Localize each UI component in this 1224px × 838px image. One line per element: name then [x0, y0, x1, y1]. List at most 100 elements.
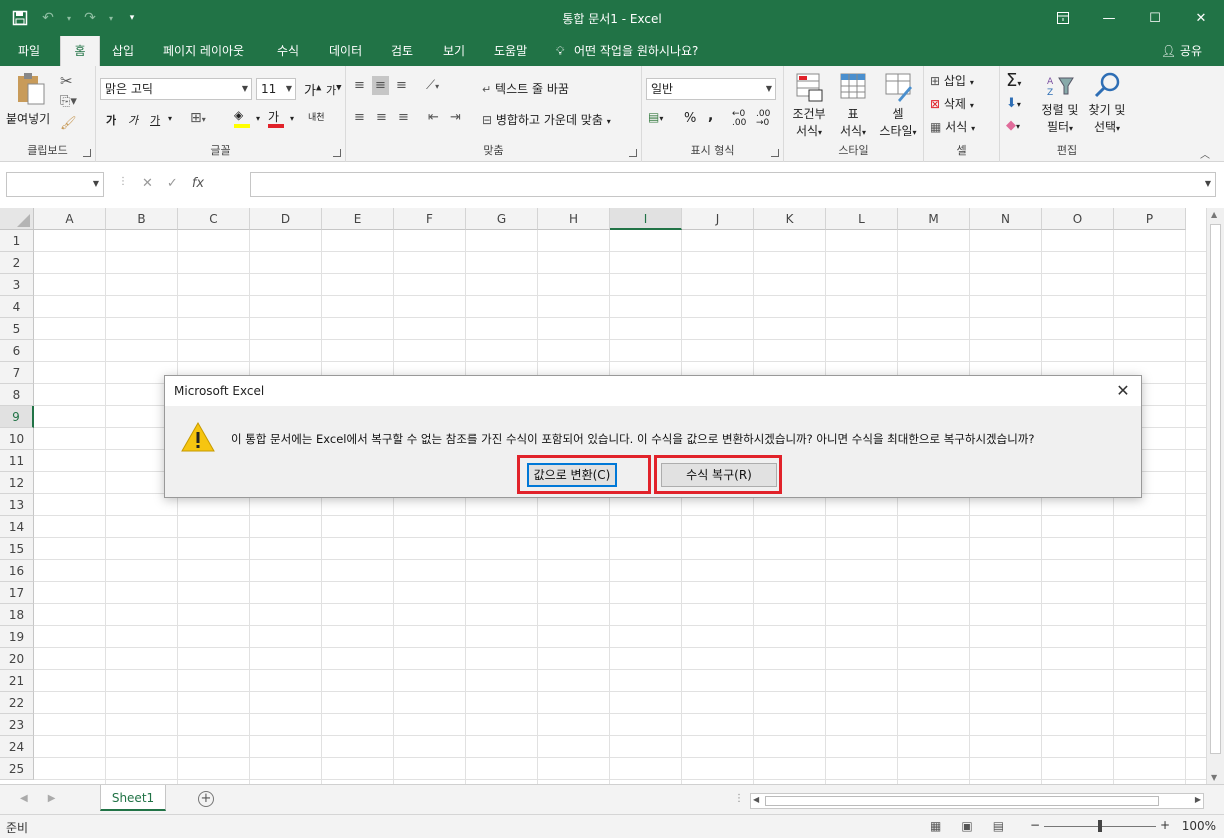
- delete-cells-button[interactable]: ⊠ 삭제 ▾: [930, 95, 974, 112]
- column-header[interactable]: F: [394, 208, 466, 230]
- increase-indent-icon[interactable]: ⇥: [450, 110, 461, 125]
- tab-formulas[interactable]: 수식: [267, 36, 309, 66]
- column-header[interactable]: L: [826, 208, 898, 230]
- align-center-icon[interactable]: ≡: [376, 110, 387, 125]
- tab-view[interactable]: 보기: [433, 36, 475, 66]
- row-header[interactable]: 10: [0, 428, 34, 450]
- fill-color-icon[interactable]: ◈: [234, 108, 254, 128]
- row-header[interactable]: 9: [0, 406, 34, 428]
- row-header[interactable]: 4: [0, 296, 34, 318]
- cell-area[interactable]: [34, 230, 1206, 784]
- scroll-left-icon[interactable]: ◀: [753, 795, 759, 804]
- select-all-button[interactable]: [0, 208, 34, 230]
- row-header[interactable]: 7: [0, 362, 34, 384]
- close-icon[interactable]: ✕: [1178, 0, 1224, 36]
- font-color-button[interactable]: 가: [268, 108, 288, 128]
- tab-data[interactable]: 데이터: [319, 36, 372, 66]
- zoom-slider[interactable]: − +: [1030, 818, 1170, 834]
- row-header[interactable]: 16: [0, 560, 34, 582]
- column-header[interactable]: I: [610, 208, 682, 230]
- comma-button[interactable]: ,: [708, 108, 713, 124]
- tab-file[interactable]: 파일: [8, 36, 50, 66]
- expand-formula-icon[interactable]: ▼: [1205, 179, 1211, 188]
- maximize-icon[interactable]: ☐: [1132, 0, 1178, 36]
- phonetic-button[interactable]: 내천: [308, 110, 325, 123]
- vertical-scroll-thumb[interactable]: [1210, 224, 1221, 754]
- row-header[interactable]: 23: [0, 714, 34, 736]
- tab-insert[interactable]: 삽입: [102, 36, 144, 66]
- collapse-ribbon-icon[interactable]: ︿: [1200, 146, 1210, 161]
- italic-button[interactable]: 가: [128, 112, 138, 128]
- split-handle-icon[interactable]: ⋮: [734, 793, 744, 804]
- find-select-button[interactable]: 찾기 및 선택▾: [1084, 72, 1130, 135]
- alignment-launcher-icon[interactable]: [629, 149, 637, 157]
- align-right-icon[interactable]: ≡: [398, 110, 409, 125]
- fill-icon[interactable]: ⬇▾: [1006, 96, 1021, 111]
- scroll-down-icon[interactable]: ▼: [1211, 773, 1217, 782]
- column-header[interactable]: P: [1114, 208, 1186, 230]
- font-size-dropdown[interactable]: 11 ▼: [256, 78, 296, 100]
- decrease-decimal-icon[interactable]: .00 →0: [756, 110, 770, 128]
- enter-icon[interactable]: ✓: [167, 176, 178, 191]
- grow-font-button[interactable]: 가▲: [304, 80, 321, 99]
- insert-function-icon[interactable]: fx: [192, 176, 204, 191]
- align-top-icon[interactable]: ≡: [354, 78, 365, 93]
- row-header[interactable]: 20: [0, 648, 34, 670]
- tab-page-layout[interactable]: 페이지 레이아웃: [153, 36, 254, 66]
- conditional-formatting-button[interactable]: 조건부 서식▾: [788, 72, 830, 139]
- font-name-dropdown[interactable]: 맑은 고딕 ▼: [100, 78, 252, 100]
- column-header[interactable]: J: [682, 208, 754, 230]
- tab-help[interactable]: 도움말: [484, 36, 537, 66]
- zoom-out-icon[interactable]: −: [1030, 818, 1040, 832]
- column-header[interactable]: O: [1042, 208, 1114, 230]
- format-as-table-button[interactable]: 표 서식▾: [832, 72, 874, 139]
- row-header[interactable]: 15: [0, 538, 34, 560]
- tell-me-search[interactable]: 💡︎ 어떤 작업을 원하시나요?: [546, 36, 708, 66]
- share-button[interactable]: 👤︎ 공유: [1161, 36, 1202, 66]
- merge-center-button[interactable]: ⊟ 병합하고 가운데 맞춤 ▾: [482, 111, 611, 128]
- column-header[interactable]: D: [250, 208, 322, 230]
- format-cells-button[interactable]: ▦ 서식 ▾: [930, 118, 975, 135]
- column-header[interactable]: M: [898, 208, 970, 230]
- close-icon[interactable]: ✕: [1113, 381, 1133, 401]
- wrap-text-button[interactable]: ↵ 텍스트 줄 바꿈: [482, 80, 569, 97]
- insert-cells-button[interactable]: ⊞ 삽입 ▾: [930, 72, 974, 89]
- cancel-icon[interactable]: ✕: [142, 176, 153, 191]
- cell-styles-button[interactable]: 셀 스타일▾: [874, 72, 922, 139]
- minimize-icon[interactable]: —: [1086, 0, 1132, 36]
- sort-filter-button[interactable]: AZ 정렬 및 필터▾: [1038, 72, 1082, 135]
- format-painter-icon[interactable]: 🖌︎: [60, 116, 77, 131]
- clipboard-launcher-icon[interactable]: [83, 149, 91, 157]
- border-icon[interactable]: ⊞▾: [190, 110, 206, 126]
- row-header[interactable]: 3: [0, 274, 34, 296]
- accounting-icon[interactable]: ▤▾: [648, 110, 663, 124]
- shrink-font-button[interactable]: 가▼: [326, 82, 342, 98]
- copy-icon[interactable]: ⎘▾: [60, 94, 77, 109]
- column-header[interactable]: H: [538, 208, 610, 230]
- next-sheet-icon[interactable]: ▶: [48, 793, 56, 804]
- name-box[interactable]: ▼: [6, 172, 104, 197]
- scroll-up-icon[interactable]: ▲: [1211, 210, 1217, 219]
- bold-button[interactable]: 가: [106, 112, 116, 128]
- number-format-dropdown[interactable]: 일반 ▼: [646, 78, 776, 100]
- tab-review[interactable]: 검토: [381, 36, 423, 66]
- row-header[interactable]: 1: [0, 230, 34, 252]
- row-header[interactable]: 24: [0, 736, 34, 758]
- add-sheet-icon[interactable]: +: [198, 791, 214, 807]
- orientation-icon[interactable]: ⟋▾: [426, 78, 439, 93]
- fill-color-dropdown-icon[interactable]: ▾: [256, 114, 260, 123]
- horizontal-scrollbar[interactable]: ◀ ▶: [750, 793, 1204, 809]
- column-header[interactable]: B: [106, 208, 178, 230]
- ribbon-display-icon[interactable]: [1040, 0, 1086, 36]
- horizontal-scroll-thumb[interactable]: [765, 796, 1159, 806]
- row-header[interactable]: 6: [0, 340, 34, 362]
- column-header[interactable]: E: [322, 208, 394, 230]
- row-header[interactable]: 21: [0, 670, 34, 692]
- row-header[interactable]: 2: [0, 252, 34, 274]
- normal-view-icon[interactable]: ▦: [930, 819, 941, 833]
- cut-icon[interactable]: ✂: [60, 72, 73, 90]
- increase-decimal-icon[interactable]: ←0.00: [732, 110, 746, 128]
- font-color-dropdown-icon[interactable]: ▾: [290, 114, 294, 123]
- autosum-icon[interactable]: Σ▾: [1006, 70, 1021, 91]
- row-header[interactable]: 8: [0, 384, 34, 406]
